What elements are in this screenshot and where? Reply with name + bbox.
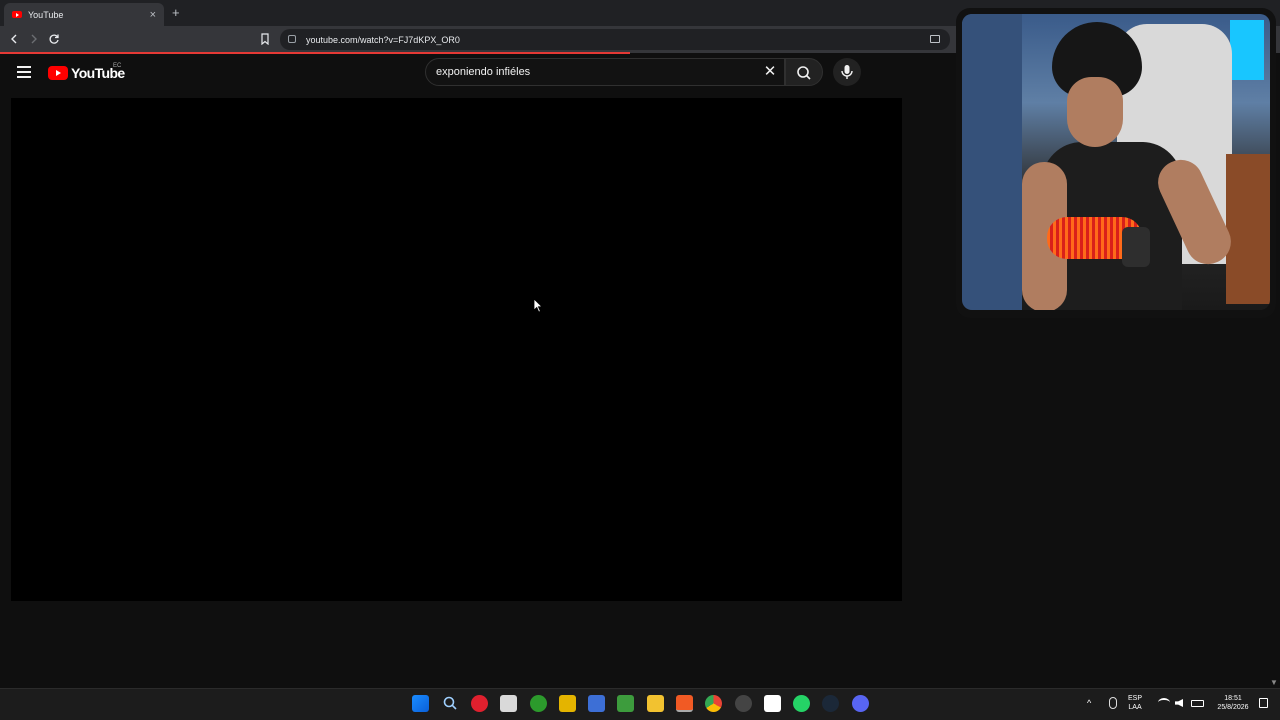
clock-time: 18:51 bbox=[1224, 695, 1242, 702]
game-app-icon[interactable] bbox=[559, 695, 576, 712]
file-explorer-icon[interactable] bbox=[647, 695, 664, 712]
tray-overflow-chevron-icon[interactable]: ^ bbox=[1087, 698, 1091, 708]
youtube-play-logo-icon bbox=[48, 66, 68, 80]
mouse-cursor-icon bbox=[533, 298, 543, 318]
system-clock[interactable]: 18:51 25/8/2026 bbox=[1212, 694, 1254, 712]
hamburger-menu-icon[interactable] bbox=[17, 66, 31, 78]
clock-date: 25/8/2026 bbox=[1217, 704, 1249, 711]
discord-icon[interactable] bbox=[852, 695, 869, 712]
capcut-icon[interactable] bbox=[764, 695, 781, 712]
tab-close-button[interactable]: × bbox=[150, 9, 156, 21]
search-input[interactable]: exponiendo infiéles bbox=[425, 58, 785, 86]
battery-icon[interactable] bbox=[1191, 700, 1204, 707]
back-icon[interactable] bbox=[5, 30, 23, 48]
webcam-image bbox=[962, 14, 1270, 310]
tray-microphone-icon[interactable] bbox=[1109, 697, 1117, 709]
search-query: exponiendo infiéles bbox=[436, 66, 531, 78]
store-icon[interactable] bbox=[500, 695, 517, 712]
video-player[interactable] bbox=[11, 98, 902, 601]
reload-icon[interactable] bbox=[45, 30, 63, 48]
tab-title: YouTube bbox=[28, 9, 64, 20]
new-tab-button[interactable]: + bbox=[172, 5, 180, 20]
scroll-down-arrow-icon[interactable]: ▼ bbox=[1270, 678, 1280, 688]
language-code: ESP bbox=[1128, 695, 1143, 702]
search-icon[interactable] bbox=[442, 695, 459, 712]
whatsapp-icon[interactable] bbox=[793, 695, 810, 712]
notification-icon[interactable] bbox=[1259, 698, 1268, 708]
cast-icon[interactable] bbox=[930, 35, 940, 43]
chrome-icon[interactable] bbox=[705, 695, 722, 712]
site-info-icon[interactable] bbox=[288, 35, 296, 43]
keyboard-layout: LAA bbox=[1128, 704, 1142, 711]
page-load-progress bbox=[0, 52, 630, 54]
browser-tab-youtube[interactable]: YouTube × bbox=[4, 3, 164, 26]
brave-browser-icon[interactable] bbox=[676, 695, 693, 712]
obs-icon[interactable] bbox=[735, 695, 752, 712]
roblox-icon[interactable] bbox=[588, 695, 605, 712]
windows-start-icon[interactable] bbox=[412, 695, 429, 712]
clear-search-icon[interactable]: ✕ bbox=[762, 64, 778, 80]
minecraft-icon[interactable] bbox=[617, 695, 634, 712]
address-bar[interactable]: youtube.com/watch?v=FJ7dKPX_OR0 bbox=[280, 29, 950, 50]
xbox-icon[interactable] bbox=[530, 695, 547, 712]
recorder-app-icon[interactable] bbox=[471, 695, 488, 712]
youtube-favicon-icon bbox=[12, 11, 22, 18]
wifi-icon[interactable] bbox=[1158, 698, 1170, 707]
bookmark-icon[interactable] bbox=[256, 30, 274, 48]
voice-search-button[interactable] bbox=[833, 58, 861, 86]
webcam-overlay bbox=[956, 8, 1276, 318]
forward-icon[interactable] bbox=[25, 30, 43, 48]
microphone-icon bbox=[841, 65, 853, 79]
address-url: youtube.com/watch?v=FJ7dKPX_OR0 bbox=[306, 34, 460, 45]
country-code: EC bbox=[113, 63, 122, 69]
steam-icon[interactable] bbox=[822, 695, 839, 712]
keyboard-language[interactable]: ESP LAA bbox=[1128, 694, 1142, 712]
search-button[interactable] bbox=[785, 58, 823, 86]
search-icon bbox=[797, 66, 811, 80]
